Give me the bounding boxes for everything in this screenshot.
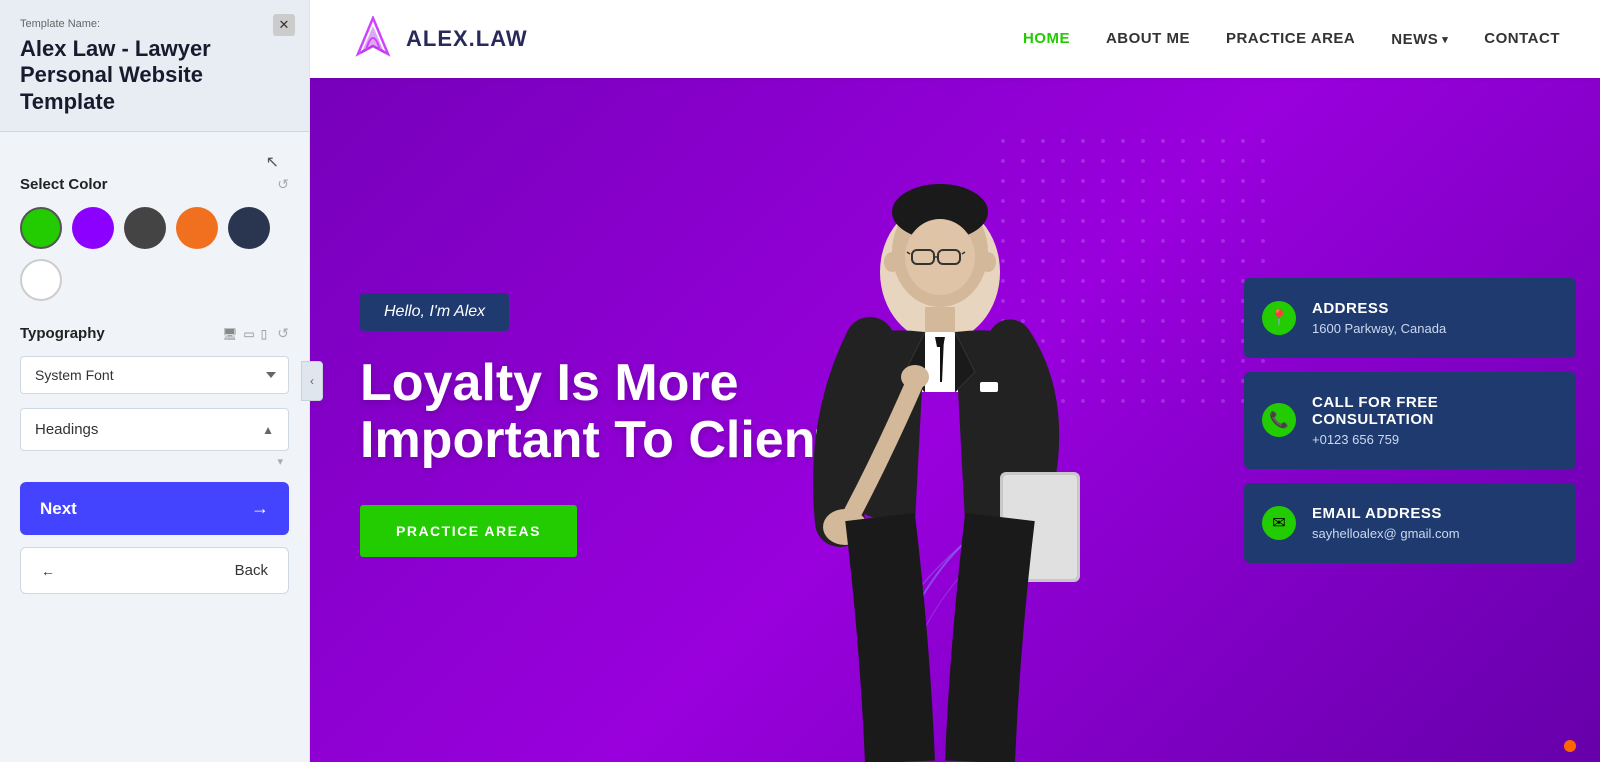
headings-label: Headings bbox=[35, 421, 98, 438]
color-swatch-green[interactable] bbox=[20, 207, 62, 249]
typography-section: Typography 🖥 ▭ ▯ ↺ bbox=[20, 325, 289, 342]
hero-person-image bbox=[730, 78, 1150, 762]
color-swatch-orange[interactable] bbox=[176, 207, 218, 249]
address-value: 1600 Parkway, Canada bbox=[1312, 321, 1556, 336]
logo-text: ALEX.LAW bbox=[406, 26, 528, 52]
logo-icon bbox=[350, 16, 396, 62]
template-name-label: Template Name: bbox=[20, 18, 289, 30]
news-dropdown-icon: ▾ bbox=[1442, 33, 1448, 46]
phone-icon: 📞 bbox=[1262, 403, 1296, 437]
color-swatches bbox=[20, 207, 289, 301]
color-swatch-darkblue[interactable] bbox=[228, 207, 270, 249]
reset-typography-icon[interactable]: ↺ bbox=[277, 325, 289, 342]
back-label: Back bbox=[235, 562, 268, 579]
info-card-address: 📍 ADDRESS 1600 Parkway, Canada bbox=[1244, 278, 1576, 358]
logo-area: ALEX.LAW bbox=[350, 16, 528, 62]
nav-link-about[interactable]: ABOUT ME bbox=[1106, 30, 1190, 47]
email-icon: ✉ bbox=[1262, 506, 1296, 540]
next-button[interactable]: Next → bbox=[20, 482, 289, 535]
email-title: EMAIL ADDRESS bbox=[1312, 505, 1556, 522]
cursor-area: ↖ bbox=[20, 152, 289, 172]
monitor-icon[interactable]: 🖥 bbox=[222, 327, 237, 341]
location-icon: 📍 bbox=[1262, 301, 1296, 335]
font-select[interactable]: System Font bbox=[20, 356, 289, 394]
hero-section: Hello, I'm Alex Loyalty Is More Importan… bbox=[310, 78, 1600, 762]
cursor-icon: ↖ bbox=[266, 152, 279, 172]
left-panel: Template Name: Alex Law - Lawyer Persona… bbox=[0, 0, 310, 762]
typography-icons: 🖥 ▭ ▯ ↺ bbox=[222, 325, 289, 342]
headings-collapsed-indicator: ▾ bbox=[20, 455, 289, 468]
headings-row[interactable]: Headings ▲ bbox=[20, 408, 289, 451]
select-color-label: Select Color bbox=[20, 176, 108, 193]
collapse-panel-button[interactable]: ‹ bbox=[301, 361, 323, 401]
info-card-email: ✉ EMAIL ADDRESS sayhelloalex@ gmail.com bbox=[1244, 483, 1576, 563]
tablet-icon[interactable]: ▭ bbox=[243, 327, 254, 341]
back-button[interactable]: ← Back bbox=[20, 547, 289, 594]
address-icon-wrapper: 📍 bbox=[1262, 301, 1296, 335]
hello-badge: Hello, I'm Alex bbox=[360, 293, 509, 331]
info-card-phone: 📞 CALL FOR FREE CONSULTATION +0123 656 7… bbox=[1244, 372, 1576, 469]
navbar: ALEX.LAW HOME ABOUT ME PRACTICE AREA NEW… bbox=[310, 0, 1600, 78]
panel-header: Template Name: Alex Law - Lawyer Persona… bbox=[0, 0, 309, 132]
nav-link-contact[interactable]: CONTACT bbox=[1484, 30, 1560, 47]
phone-title: CALL FOR FREE CONSULTATION bbox=[1312, 394, 1556, 428]
headings-sub-chevron: ▾ bbox=[277, 455, 283, 468]
typography-label: Typography bbox=[20, 325, 105, 342]
template-name-value: Alex Law - Lawyer Personal Website Templ… bbox=[20, 36, 289, 115]
close-button[interactable]: ✕ bbox=[273, 14, 295, 36]
info-cards: 📍 ADDRESS 1600 Parkway, Canada 📞 CALL FO… bbox=[1220, 78, 1600, 762]
address-title: ADDRESS bbox=[1312, 300, 1556, 317]
nav-link-home[interactable]: HOME bbox=[1023, 30, 1070, 47]
practice-areas-button[interactable]: PRACTICE AREAS bbox=[360, 505, 577, 557]
nav-links: HOME ABOUT ME PRACTICE AREA NEWS ▾ CONTA… bbox=[1023, 30, 1560, 48]
next-label: Next bbox=[40, 499, 77, 519]
back-arrow-icon: ← bbox=[41, 563, 55, 579]
phone-icon-wrapper: 📞 bbox=[1262, 403, 1296, 437]
person-svg bbox=[740, 142, 1140, 762]
phone-value: +0123 656 759 bbox=[1312, 432, 1556, 447]
email-value: sayhelloalex@ gmail.com bbox=[1312, 526, 1556, 541]
next-arrow-icon: → bbox=[251, 498, 269, 519]
website-preview: ALEX.LAW HOME ABOUT ME PRACTICE AREA NEW… bbox=[310, 0, 1600, 762]
select-color-section: Select Color ↺ bbox=[20, 176, 289, 193]
mobile-icon[interactable]: ▯ bbox=[261, 327, 268, 341]
color-swatch-dark[interactable] bbox=[124, 207, 166, 249]
nav-link-news[interactable]: NEWS ▾ bbox=[1391, 31, 1448, 48]
reset-color-icon[interactable]: ↺ bbox=[277, 176, 289, 193]
nav-link-practice[interactable]: PRACTICE AREA bbox=[1226, 30, 1355, 47]
email-icon-wrapper: ✉ bbox=[1262, 506, 1296, 540]
color-swatch-white[interactable] bbox=[20, 259, 62, 301]
headings-chevron-icon: ▲ bbox=[262, 423, 274, 437]
panel-body: ↖ Select Color ↺ Typography 🖥 ▭ ▯ ↺ bbox=[0, 132, 309, 762]
color-swatch-purple[interactable] bbox=[72, 207, 114, 249]
